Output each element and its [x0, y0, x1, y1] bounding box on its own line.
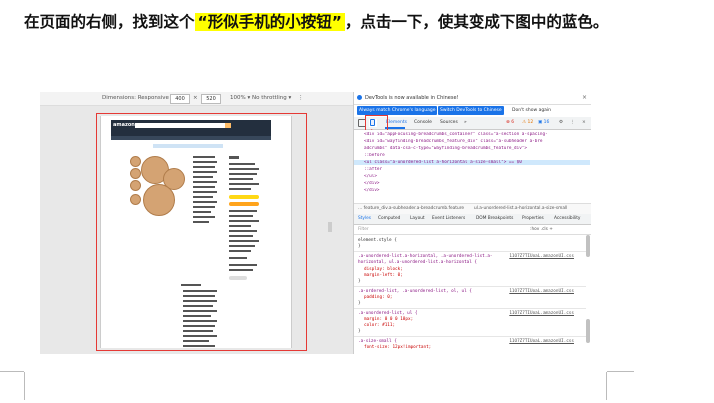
css-property[interactable]: padding: 0;: [364, 295, 392, 300]
rule-close: }: [358, 329, 361, 334]
device-times: ×: [193, 95, 198, 101]
styles-scrollbar[interactable]: [586, 235, 590, 257]
more-options-icon[interactable]: ⋮: [298, 95, 304, 101]
rule-divider: [354, 251, 586, 252]
rule-source-link[interactable]: 11O7Z7TIUoaL.amazonUI.css: [509, 311, 574, 316]
styles-pane: element.style { } .a-unordered-list.a-ho…: [354, 235, 591, 354]
devtools-screenshot: Dimensions: Responsive ▾ 400 × 520 100% …: [40, 92, 591, 354]
resize-handle[interactable]: [328, 222, 332, 232]
css-property[interactable]: display: block;: [364, 267, 403, 272]
css-property[interactable]: color: #111;: [364, 323, 395, 328]
dom-node-line[interactable]: ::after: [364, 167, 590, 172]
rule-source-link[interactable]: 11O7Z7TIUoaL.amazonUI.css: [509, 339, 574, 344]
instruction-highlight: “形似手机的小按钮”: [194, 13, 345, 31]
device-preset-select[interactable]: Dimensions: Responsive ▾: [102, 95, 173, 101]
tab-properties[interactable]: Properties: [522, 216, 544, 221]
tab-accessibility[interactable]: Accessibility: [554, 216, 580, 221]
rule-divider: [354, 286, 586, 287]
breadcrumb-item[interactable]: ul.a-unordered-list.a-horizontal.a-size-…: [474, 206, 567, 211]
filter-input[interactable]: Filter: [358, 227, 369, 232]
breadcrumb-item[interactable]: … feature_div.a-subheader.a-breadcrumb.f…: [358, 206, 464, 211]
page-corner-mark: [0, 372, 25, 400]
elements-tree: <div id="appFocusing-breadcrumbs_contain…: [354, 130, 591, 202]
tab-computed[interactable]: Computed: [378, 216, 400, 221]
rule-selector: .a-unordered-list.a-horizontal, .a-unord…: [358, 254, 493, 265]
dom-node-line[interactable]: </div>: [364, 188, 590, 193]
devtools-panel: DevTools is now available in Chinese! × …: [353, 92, 591, 354]
css-property[interactable]: margin: 0 0 0 18px;: [364, 317, 413, 322]
selected-dom-node[interactable]: <ul class="a-unordered-list a-horizontal…: [354, 160, 590, 165]
tab-layout[interactable]: Layout: [410, 216, 425, 221]
rule-source-link[interactable]: 11O7Z7TIUoaL.amazonUI.css: [509, 254, 574, 259]
tab-event-listeners[interactable]: Event Listeners: [432, 216, 465, 221]
rule-selector: .a-ordered-list, .a-unordered-list, ol, …: [358, 289, 472, 294]
instruction-after: ，点击一下，使其变成下图中的蓝色。: [344, 13, 609, 31]
dom-node-line[interactable]: <div id="appFocusing-breadcrumbs_contain…: [364, 132, 590, 137]
dom-node-line[interactable]: </ul>: [364, 174, 590, 179]
device-width-input[interactable]: 400: [170, 94, 190, 104]
device-zoom-select[interactable]: 100% ▾: [230, 95, 250, 101]
rule-selector: .a-unordered-list, ul {: [358, 311, 418, 316]
tab-dom-breakpoints[interactable]: DOM Breakpoints: [476, 216, 513, 221]
rule-close: }: [358, 244, 361, 249]
rule-divider: [354, 308, 586, 309]
tab-styles[interactable]: Styles: [358, 216, 371, 221]
rule-selector: .a-size-small {: [358, 339, 397, 344]
filter-actions[interactable]: :hov .cls +: [530, 227, 553, 232]
dom-node-line[interactable]: adcrumbs" data-csa-c-type="wayfinding-br…: [364, 146, 590, 151]
dom-node-line[interactable]: </div>: [364, 181, 590, 186]
dom-node-line[interactable]: <div id="wayfinding-breadcrumbs_feature_…: [364, 139, 590, 144]
device-height-input[interactable]: 520: [201, 94, 221, 104]
device-toolbar: Dimensions: Responsive ▾ 400 × 520 100% …: [40, 92, 353, 106]
dom-node-line[interactable]: ::before: [364, 153, 590, 158]
rule-source-link[interactable]: 11O7Z7TIUoaL.amazonUI.css: [509, 289, 574, 294]
styles-scrollbar-thumb[interactable]: [586, 319, 590, 343]
device-throttle-select[interactable]: No throttling ▾: [252, 95, 291, 101]
instruction-text: 在页面的右侧，找到这个 “形似手机的小按钮” ，点击一下，使其变成下图中的蓝色。: [24, 8, 664, 36]
css-property[interactable]: margin-left: 0;: [364, 273, 403, 278]
rule-close: }: [358, 279, 361, 284]
styles-tabbar: Styles Computed Layout Event Listeners D…: [354, 214, 591, 225]
styles-filter: Filter :hov .cls +: [354, 225, 591, 235]
rule-selector: element.style {: [358, 238, 397, 243]
page-preview-highlight: [96, 113, 307, 351]
rule-close: }: [358, 301, 361, 306]
page-corner-mark: [606, 372, 635, 400]
css-property[interactable]: font-size: 12px!important;: [364, 345, 431, 350]
instruction-before: 在页面的右侧，找到这个: [24, 13, 195, 31]
rule-divider: [354, 336, 586, 337]
